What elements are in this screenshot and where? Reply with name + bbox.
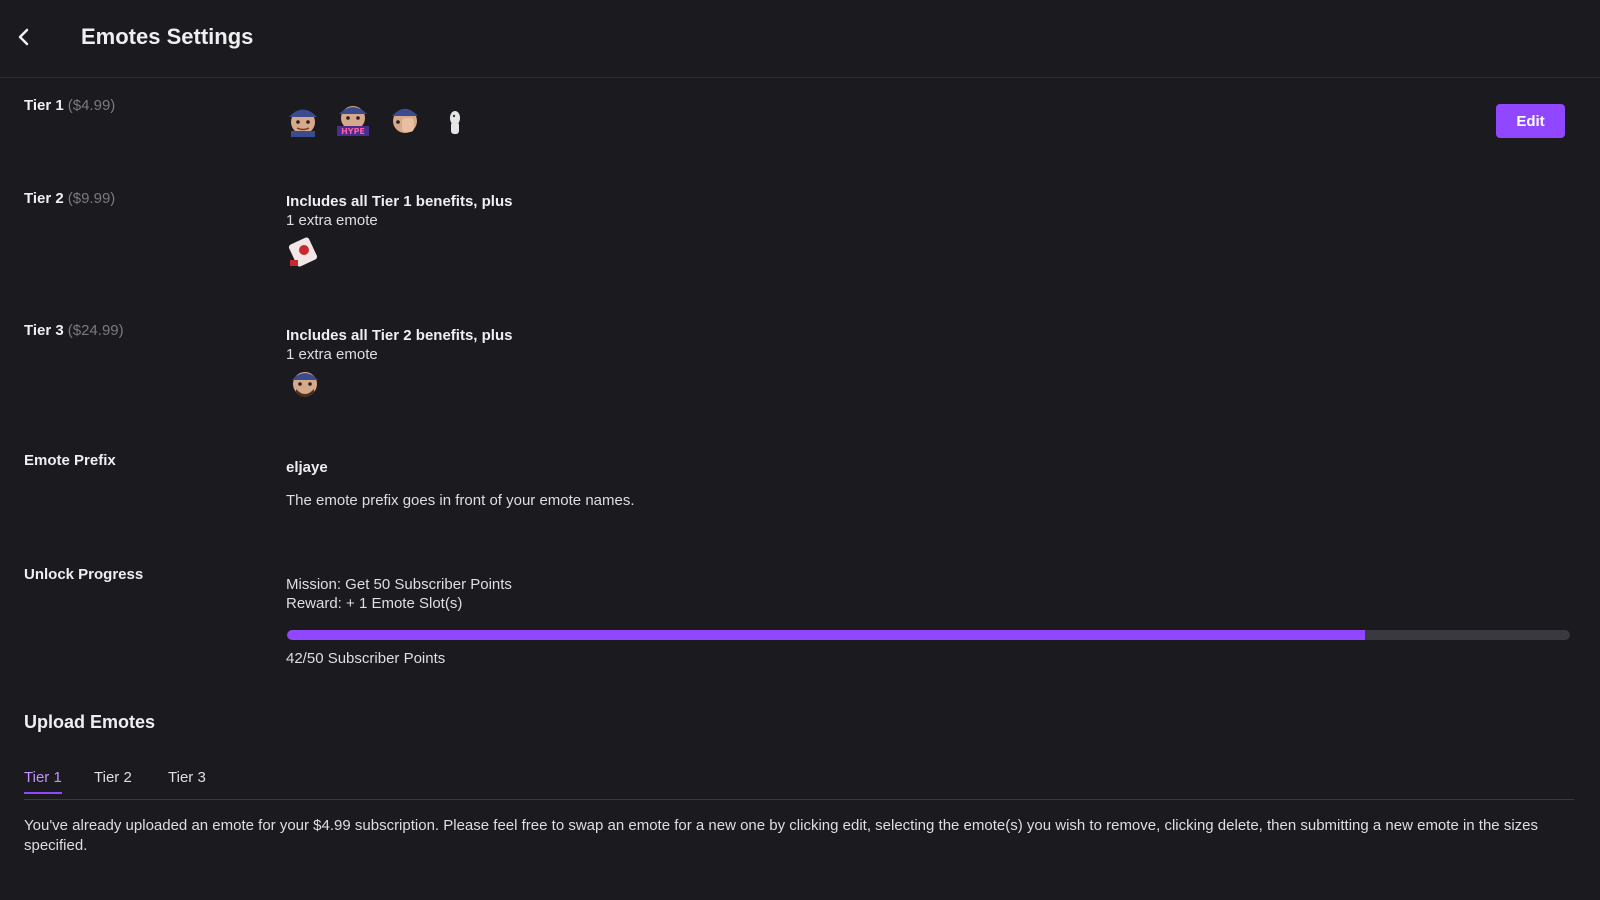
tier-1-label: Tier 1 ($4.99) [24, 97, 115, 114]
tier-price: ($4.99) [67, 97, 116, 114]
tier-2-label: Tier 2 ($9.99) [24, 190, 115, 207]
emote-cap-guy[interactable] [284, 100, 322, 138]
back-button[interactable] [12, 24, 36, 50]
unlock-progress-label: Unlock Progress [24, 566, 144, 583]
top-bar: Emotes Settings [0, 0, 1600, 78]
tier-2-benefit-detail: 1 extra emote [286, 212, 378, 229]
tier-3-benefit-heading: Includes all Tier 2 benefits, plus [286, 327, 513, 344]
emote-prefix-value: eljaye [286, 459, 328, 476]
emote-card[interactable] [286, 232, 324, 270]
tab-tier-3[interactable]: Tier 3 [168, 769, 206, 792]
tier-price: ($24.99) [67, 322, 124, 339]
emote-facepalm-guy[interactable] [386, 100, 424, 138]
progress-bar-fill [287, 630, 1365, 640]
tier-price: ($9.99) [67, 190, 116, 207]
emote-hype-guy[interactable]: HYPE [334, 100, 372, 138]
svg-text:HYPE: HYPE [341, 127, 365, 136]
tier-3-label: Tier 3 ($24.99) [24, 322, 124, 339]
mission-text: Mission: Get 50 Subscriber Points [286, 576, 512, 593]
edit-button[interactable]: Edit [1496, 104, 1565, 138]
tier-name: Tier 2 [24, 190, 64, 207]
upload-tier-tabs: Tier 1 Tier 2 Tier 3 [24, 769, 1574, 800]
emote-small-figure[interactable] [440, 102, 478, 140]
tier-3-benefit-detail: 1 extra emote [286, 346, 378, 363]
reward-text: Reward: + 1 Emote Slot(s) [286, 595, 463, 612]
chevron-left-icon [18, 28, 29, 46]
emote-bearded-guy[interactable] [286, 365, 324, 403]
tier-name: Tier 1 [24, 97, 64, 114]
progress-bar [287, 630, 1570, 640]
progress-summary: 42/50 Subscriber Points [286, 650, 446, 667]
tier-name: Tier 3 [24, 322, 64, 339]
upload-notice: You've already uploaded an emote for you… [24, 817, 1538, 854]
tier-2-benefit-heading: Includes all Tier 1 benefits, plus [286, 193, 513, 210]
page-title: Emotes Settings [81, 24, 254, 49]
emote-prefix-help: The emote prefix goes in front of your e… [286, 492, 635, 509]
upload-emotes-title: Upload Emotes [24, 712, 156, 732]
tab-tier-2[interactable]: Tier 2 [94, 769, 132, 792]
tab-tier-1[interactable]: Tier 1 [24, 769, 62, 794]
emote-prefix-label: Emote Prefix [24, 452, 116, 469]
